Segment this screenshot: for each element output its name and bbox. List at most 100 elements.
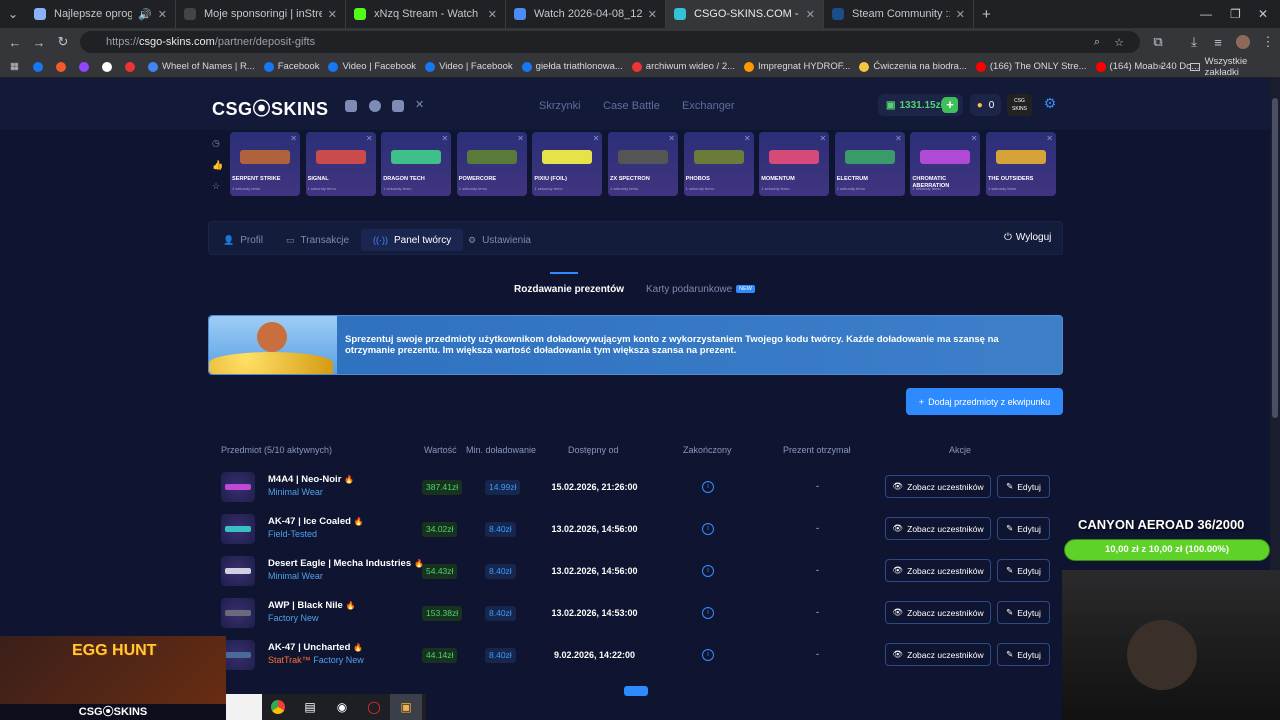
info-icon[interactable]: i [702, 481, 714, 493]
info-icon[interactable]: i [702, 565, 714, 578]
terminal-icon[interactable]: ▤ [294, 694, 326, 720]
nav-cases[interactable]: Skrzynki [539, 100, 581, 112]
chrome-icon[interactable] [262, 694, 294, 720]
settings-gear-icon[interactable]: ⚙ [1040, 95, 1060, 115]
reload-icon[interactable]: ↻ [51, 34, 75, 50]
profile-avatar[interactable] [1236, 35, 1250, 49]
see-participants-button[interactable]: 👁 Zobacz uczestników [885, 517, 991, 541]
deposit-plus-button[interactable]: + [942, 97, 958, 113]
media-icon[interactable]: ≡ [1206, 35, 1230, 50]
bookmark-item[interactable]: giełda triathlonowa... [521, 61, 623, 72]
edit-button[interactable]: ✎ Edytuj [997, 559, 1050, 583]
x-icon[interactable]: ✕ [415, 98, 427, 111]
menu-icon[interactable]: ⋮ [1256, 34, 1280, 50]
all-bookmarks-folder[interactable]: Wszystkie zakładki [1190, 56, 1280, 78]
taskbar-blank[interactable] [226, 694, 262, 720]
minimize-icon[interactable]: — [1200, 7, 1212, 21]
edit-button[interactable]: ✎ Edytuj [997, 643, 1050, 667]
drop-close-icon[interactable]: ✕ [971, 134, 978, 143]
coins-box[interactable]: ● 0 [970, 94, 1001, 116]
opera-icon[interactable]: ◯ [358, 694, 390, 720]
browser-tab[interactable]: Watch 2026-04-08_12-21-40 | S ✕ [506, 0, 666, 28]
scroll-to-top-button[interactable] [624, 686, 648, 696]
see-participants-button[interactable]: 👁 Zobacz uczestników [885, 559, 991, 583]
tab-settings[interactable]: ⚙ Ustawienia [468, 229, 531, 251]
browser-tab-active[interactable]: CSGO-SKINS.COM - Najlepsze ✕ [666, 0, 824, 28]
bookmark-item[interactable]: (166) The ONLY Stre... [975, 61, 1087, 72]
obs-icon[interactable]: ◉ [326, 694, 358, 720]
more-bookmarks-icon[interactable]: » [1158, 61, 1163, 72]
bookmark-item[interactable]: Impregnat HYDROF... [744, 61, 850, 72]
info-icon[interactable]: i [702, 523, 714, 536]
live-drop-card[interactable]: ✕ SERPENT STRIKE 1 sekundy temu [230, 132, 300, 196]
browser-tab[interactable]: xNzq Stream - Watch Live on Ki ✕ [346, 0, 506, 28]
live-drop-card[interactable]: ✕ PIXIU (FOIL) 1 sekundy temu [532, 132, 603, 196]
live-drop-card[interactable]: ✕ ZX SPECTRON 1 sekundy temu [608, 132, 678, 196]
tab-creator-panel[interactable]: ((·)) Panel twórcy [361, 229, 464, 251]
subtab-gift-cards[interactable]: Karty podarunkowe NEW [646, 284, 756, 295]
tab-close-icon[interactable]: ✕ [488, 8, 497, 21]
bookmark-icon[interactable] [55, 61, 70, 72]
site-logo[interactable]: CSG⦿SKINS [212, 95, 329, 121]
bookmark-icon[interactable] [78, 61, 93, 72]
live-drop-card[interactable]: ✕ POWERCORE 1 sekundy temu [456, 132, 527, 196]
explorer-icon[interactable]: ▣ [390, 694, 422, 720]
audio-icon[interactable]: 🔊 [138, 8, 152, 21]
drop-close-icon[interactable]: ✕ [366, 134, 373, 143]
like-icon[interactable]: 👍 [212, 160, 223, 171]
tab-close-icon[interactable]: ✕ [328, 8, 337, 21]
bookmark-star-icon[interactable]: ☆ [1114, 36, 1124, 49]
nav-case-battle[interactable]: Case Battle [603, 100, 660, 112]
tab-close-icon[interactable]: ✕ [648, 8, 657, 21]
live-drop-card[interactable]: ✕ CHROMATIC ABERRATION 1 sekundy temu [910, 132, 981, 196]
live-drop-card[interactable]: ✕ SIGNAL 1 sekundy temu [305, 132, 376, 196]
see-participants-button[interactable]: 👁 Zobacz uczestników [885, 601, 991, 625]
tab-close-icon[interactable]: ✕ [806, 8, 815, 21]
nav-exchanger[interactable]: Exchanger [682, 100, 735, 112]
live-drop-card[interactable]: ✕ ELECTRUM 1 sekundy temu [834, 132, 905, 196]
forward-icon[interactable]: → [27, 35, 51, 50]
tab-transactions[interactable]: ▭ Transakcje [286, 229, 349, 251]
instagram-icon[interactable] [392, 100, 404, 112]
user-avatar[interactable]: CSG SKINS [1007, 94, 1032, 116]
discord-icon[interactable] [345, 100, 357, 112]
browser-tab[interactable]: Najlepsze oprogramowanie 🔊 ✕ [26, 0, 176, 28]
url-field[interactable]: https://csgo-skins.com/partner/deposit-g… [80, 31, 1140, 53]
tab-close-icon[interactable]: ✕ [158, 8, 167, 21]
new-tab-button[interactable]: + [974, 0, 998, 28]
live-drop-card[interactable]: ✕ MOMENTUM 1 sekundy temu [759, 132, 830, 196]
logout-button[interactable]: ⏻ Wyloguj [1004, 232, 1051, 243]
extensions-icon[interactable]: ⧉ [1146, 34, 1170, 50]
star-icon[interactable]: ☆ [212, 181, 220, 192]
drop-close-icon[interactable]: ✕ [593, 134, 600, 143]
see-participants-button[interactable]: 👁 Zobacz uczestników [885, 475, 991, 498]
bookmark-icon[interactable] [124, 61, 139, 72]
balance-box[interactable]: ▣ 1331.15zł + [878, 94, 963, 116]
info-icon[interactable]: i [702, 607, 714, 620]
drop-close-icon[interactable]: ✕ [517, 134, 524, 143]
back-icon[interactable]: ← [3, 35, 27, 50]
drop-close-icon[interactable]: ✕ [819, 134, 826, 143]
history-icon[interactable]: ◷ [212, 138, 220, 149]
bookmark-item[interactable]: archiwum wideo / 2... [631, 61, 735, 72]
bookmark-item[interactable]: (164) Moab 240 Do... [1095, 61, 1199, 72]
tab-profile[interactable]: 👤 Profil [223, 229, 263, 251]
edit-button[interactable]: ✎ Edytuj [997, 517, 1050, 541]
drop-close-icon[interactable]: ✕ [441, 134, 448, 143]
bookmark-item[interactable]: Wheel of Names | R... [147, 61, 255, 72]
bookmark-fb-icon[interactable] [32, 61, 47, 72]
scrollbar-thumb[interactable] [1272, 98, 1278, 418]
live-drop-card[interactable]: ✕ PHOBOS 1 sekundy temu [683, 132, 754, 196]
browser-tab[interactable]: Moje sponsoringi | inStreamly ✕ [176, 0, 346, 28]
bookmark-item[interactable]: Ćwiczenia na biodra... [859, 61, 967, 72]
bookmark-x-icon[interactable] [101, 61, 116, 72]
drop-close-icon[interactable]: ✕ [744, 134, 751, 143]
restore-icon[interactable]: ❐ [1230, 7, 1241, 21]
info-icon[interactable]: i [702, 649, 714, 662]
add-items-button[interactable]: + Dodaj przedmioty z ekwipunku [906, 388, 1063, 415]
see-participants-button[interactable]: 👁 Zobacz uczestników [885, 643, 991, 667]
browser-tab[interactable]: Steam Community :: Trade Offe ✕ [824, 0, 974, 28]
subtab-gifts[interactable]: Rozdawanie prezentów [514, 284, 624, 295]
edit-button[interactable]: ✎ Edytuj [997, 475, 1050, 498]
bookmark-item[interactable]: Video | Facebook [328, 61, 416, 72]
